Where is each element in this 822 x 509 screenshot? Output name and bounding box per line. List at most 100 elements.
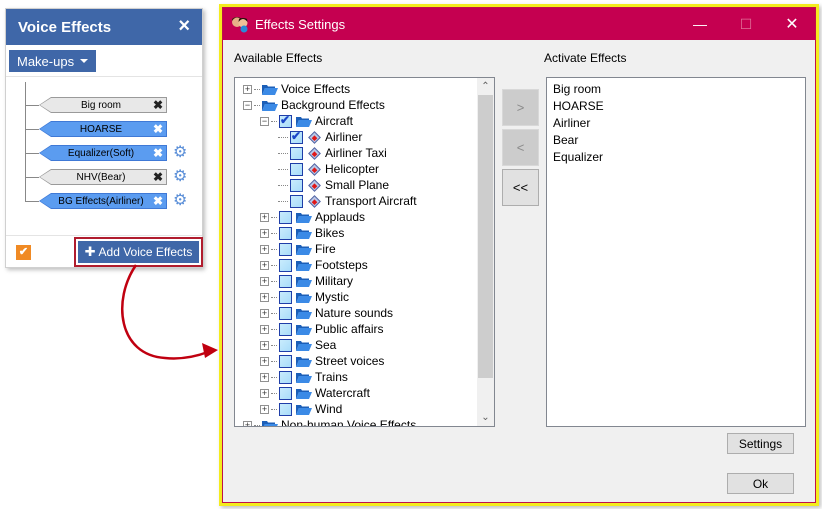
- gear-icon[interactable]: ⚙: [173, 168, 190, 185]
- minimize-button[interactable]: —: [677, 8, 723, 40]
- expand-icon[interactable]: +: [260, 340, 269, 350]
- tree-checkbox[interactable]: [290, 129, 303, 144]
- tree-checkbox[interactable]: [279, 338, 292, 352]
- expand-icon[interactable]: +: [260, 404, 269, 414]
- expand-icon[interactable]: +: [260, 292, 269, 302]
- scrollbar-thumb[interactable]: [478, 95, 493, 378]
- active-effect-item[interactable]: Airliner: [553, 115, 799, 132]
- dialog-highlight: Effects Settings — ☐ ✕ Available Effects…: [219, 4, 819, 506]
- enable-checkbox[interactable]: ✔: [16, 245, 31, 260]
- tree-item[interactable]: Helicopter: [277, 161, 379, 177]
- ok-button[interactable]: Ok: [727, 473, 794, 494]
- tree-checkbox[interactable]: [290, 146, 303, 160]
- remove-icon[interactable]: ✖: [153, 170, 163, 184]
- makeups-dropdown[interactable]: Make-ups: [9, 50, 97, 72]
- tree-item[interactable]: + Wind: [260, 401, 342, 417]
- tree-item[interactable]: + Applauds: [260, 209, 365, 225]
- tree-checkbox[interactable]: [279, 354, 292, 368]
- add-effect-button[interactable]: >: [502, 89, 539, 126]
- expand-icon[interactable]: +: [260, 260, 269, 270]
- remove-icon[interactable]: ✖: [153, 98, 163, 112]
- tree-checkbox[interactable]: [279, 402, 292, 416]
- active-effects-list[interactable]: Big room HOARSE Airliner Bear Equalizer: [546, 77, 806, 427]
- expand-icon[interactable]: +: [260, 244, 269, 254]
- tree-item[interactable]: + Nature sounds: [260, 305, 393, 321]
- effect-chip[interactable]: HOARSE ✖: [39, 121, 167, 137]
- tree-item[interactable]: + Military: [260, 273, 353, 289]
- tree-checkbox[interactable]: [290, 178, 303, 192]
- expand-icon[interactable]: +: [260, 228, 269, 238]
- tree-item-label: Background Effects: [281, 98, 385, 112]
- effect-chip[interactable]: Equalizer(Soft) ✖: [39, 145, 167, 161]
- expand-icon[interactable]: +: [260, 372, 269, 382]
- collapse-icon[interactable]: −: [260, 116, 269, 126]
- active-effect-item[interactable]: Bear: [553, 132, 799, 149]
- tree-item[interactable]: + Fire: [260, 241, 336, 257]
- tree-checkbox[interactable]: [279, 258, 292, 272]
- tree-checkbox[interactable]: [279, 210, 292, 224]
- effect-chip[interactable]: BG Effects(Airliner) ✖: [39, 193, 167, 209]
- tree-checkbox[interactable]: [279, 386, 292, 400]
- chain-connector: [25, 105, 39, 106]
- tree-item[interactable]: + Street voices: [260, 353, 384, 369]
- tree-checkbox[interactable]: [279, 290, 292, 304]
- tree-item[interactable]: + Sea: [260, 337, 336, 353]
- tree-checkbox[interactable]: [279, 242, 292, 256]
- tree-item[interactable]: + Watercraft: [260, 385, 370, 401]
- settings-button[interactable]: Settings: [727, 433, 794, 454]
- tree-item[interactable]: + Footsteps: [260, 257, 368, 273]
- expand-icon[interactable]: +: [260, 324, 269, 334]
- tree-item[interactable]: − Background Effects: [243, 97, 385, 113]
- tree-checkbox[interactable]: [290, 162, 303, 176]
- tree-item[interactable]: Small Plane: [277, 177, 389, 193]
- tree-item[interactable]: Airliner: [277, 129, 362, 145]
- tree-connector: [271, 376, 277, 378]
- effect-chip[interactable]: NHV(Bear) ✖: [39, 169, 167, 185]
- tree-item[interactable]: + Public affairs: [260, 321, 383, 337]
- expand-icon[interactable]: +: [243, 420, 252, 426]
- tree-checkbox[interactable]: [279, 113, 292, 128]
- tree-item[interactable]: + Bikes: [260, 225, 344, 241]
- active-effect-item[interactable]: Big room: [553, 81, 799, 98]
- remove-icon[interactable]: ✖: [153, 146, 163, 160]
- tree-item[interactable]: + Voice Effects: [243, 81, 350, 97]
- remove-all-button[interactable]: <<: [502, 169, 539, 206]
- expand-icon[interactable]: +: [260, 276, 269, 286]
- tree-checkbox[interactable]: [279, 226, 292, 240]
- tree-checkbox[interactable]: [279, 306, 292, 320]
- gear-icon[interactable]: ⚙: [173, 144, 190, 161]
- remove-icon[interactable]: ✖: [153, 122, 163, 136]
- tree-item[interactable]: − Aircraft: [260, 113, 353, 129]
- tree-checkbox[interactable]: [290, 194, 303, 208]
- tree-checkbox[interactable]: [279, 274, 292, 288]
- maximize-button[interactable]: ☐: [723, 8, 769, 40]
- expand-icon[interactable]: +: [243, 84, 252, 94]
- collapse-icon[interactable]: −: [243, 100, 252, 110]
- expand-icon[interactable]: +: [260, 388, 269, 398]
- tree-item[interactable]: Transport Aircraft: [277, 193, 417, 209]
- tree-item[interactable]: + Mystic: [260, 289, 349, 305]
- folder-icon: [296, 356, 312, 367]
- tree-connector: [271, 408, 277, 410]
- scroll-up-icon[interactable]: ⌃: [477, 78, 494, 95]
- tree-checkbox[interactable]: [279, 370, 292, 384]
- vertical-scrollbar[interactable]: ⌃ ⌄: [477, 78, 494, 426]
- active-effect-item[interactable]: HOARSE: [553, 98, 799, 115]
- expand-icon[interactable]: +: [260, 308, 269, 318]
- tree-item[interactable]: + Non-human Voice Effects: [243, 417, 416, 426]
- gear-icon[interactable]: ⚙: [173, 192, 190, 209]
- scroll-down-icon[interactable]: ⌄: [477, 409, 494, 426]
- close-button[interactable]: ✕: [769, 8, 815, 40]
- remove-icon[interactable]: ✖: [153, 194, 163, 208]
- remove-effect-button[interactable]: <: [502, 129, 539, 166]
- tree-item[interactable]: Airliner Taxi: [277, 145, 387, 161]
- effect-chip[interactable]: Big room ✖: [39, 97, 167, 113]
- close-icon[interactable]: ×: [178, 15, 190, 38]
- add-voice-effects-button[interactable]: ✚ Add Voice Effects: [78, 241, 199, 263]
- tree-item[interactable]: + Trains: [260, 369, 348, 385]
- expand-icon[interactable]: +: [260, 212, 269, 222]
- tree-checkbox[interactable]: [279, 322, 292, 336]
- expand-icon[interactable]: +: [260, 356, 269, 366]
- active-effect-item[interactable]: Equalizer: [553, 149, 799, 166]
- available-effects-tree[interactable]: + Voice Effects − Background Effects − Aircra…: [234, 77, 495, 427]
